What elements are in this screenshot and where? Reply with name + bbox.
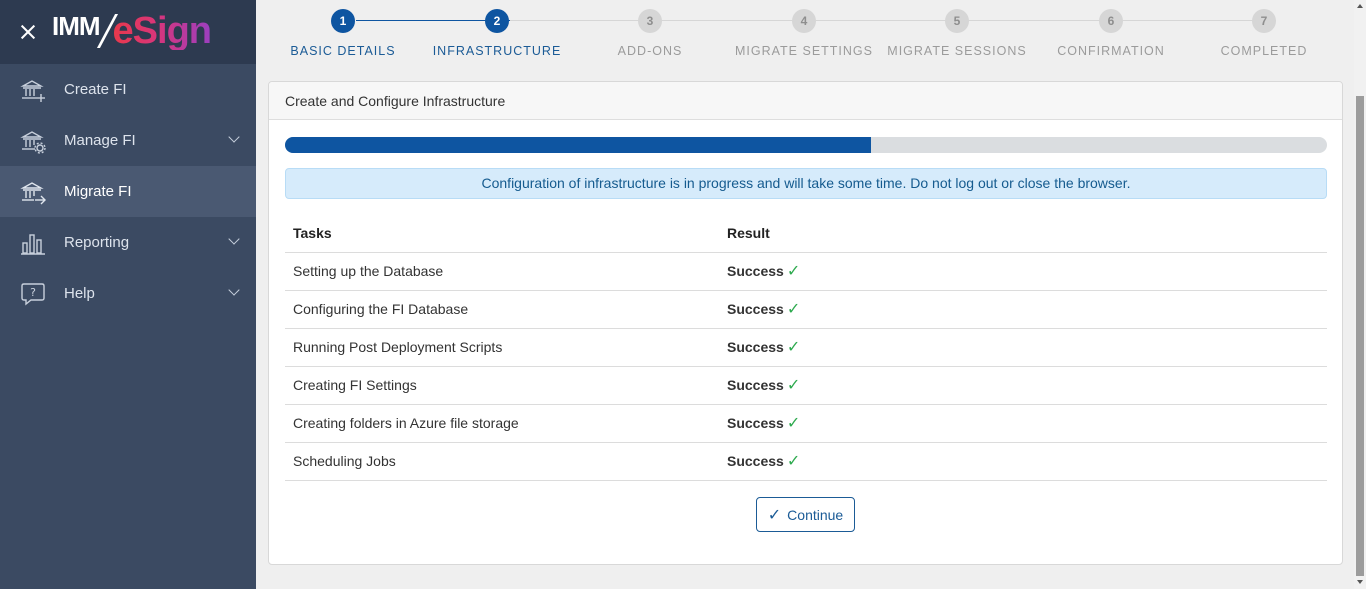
tasks-table: Tasks Result Setting up the Database Suc… [285,215,1327,481]
step-completed[interactable]: 7 COMPLETED [1189,9,1339,58]
progress-bar [285,137,1327,153]
result-text: Success [727,339,784,355]
check-icon: ✓ [767,506,782,524]
result-text: Success [727,415,784,431]
scroll-thumb[interactable] [1356,96,1364,576]
check-icon: ✓ [786,339,801,356]
logo-esign: eSign [112,10,212,52]
column-header-result: Result [719,215,1327,253]
sidebar-item-manage-fi[interactable]: Manage FI [0,115,256,166]
result-text: Success [727,301,784,317]
step-number: 5 [945,9,969,33]
check-icon: ✓ [786,377,801,394]
step-label: CONFIRMATION [1057,44,1165,58]
result-cell: Success ✓ [719,252,1327,291]
step-number: 7 [1252,9,1276,33]
sidebar-item-create-fi[interactable]: Create FI [0,64,256,115]
task-name: Creating FI Settings [285,366,719,405]
check-icon: ✓ [786,415,801,432]
chevron-down-icon [228,131,240,143]
result-cell: Success ✓ [719,290,1327,329]
step-connector [510,20,1276,21]
check-icon: ✓ [786,263,801,280]
sidebar-item-label: Help [64,285,95,302]
step-label: COMPLETED [1220,44,1308,58]
step-add-ons[interactable]: 3 ADD-ONS [575,9,725,58]
task-name: Scheduling Jobs [285,442,719,481]
step-number: 1 [331,9,355,33]
check-icon: ✓ [786,301,801,318]
logo: IMM eSign [52,10,212,52]
logo-imm: IMM [52,11,101,41]
result-text: Success [727,377,784,393]
result-cell: Success ✓ [719,404,1327,443]
step-basic-details[interactable]: 1 BASIC DETAILS [268,9,418,58]
sidebar-item-help[interactable]: ? Help [0,268,256,319]
sidebar-item-migrate-fi[interactable]: Migrate FI [0,166,256,217]
step-number: 2 [485,9,509,33]
table-row: Creating FI Settings Success ✓ [285,366,1327,405]
table-header-row: Tasks Result [285,215,1327,253]
card-title: Create and Configure Infrastructure [269,82,1342,120]
main-content: 1 BASIC DETAILS 2 INFRASTRUCTURE 3 ADD-O… [256,0,1354,589]
chevron-down-icon [228,233,240,245]
step-label: MIGRATE SETTINGS [735,44,873,58]
step-infrastructure[interactable]: 2 INFRASTRUCTURE [422,9,572,58]
task-name: Setting up the Database [285,252,719,291]
table-row: Setting up the Database Success ✓ [285,252,1327,291]
page-scrollbar[interactable] [1354,0,1366,589]
step-number: 6 [1099,9,1123,33]
scroll-down-arrow-icon[interactable] [1357,580,1363,584]
bank-gear-icon [20,128,46,154]
step-number: 4 [792,9,816,33]
step-label: MIGRATE SESSIONS [887,44,1027,58]
check-icon: ✓ [786,453,801,470]
table-row: Scheduling Jobs Success ✓ [285,442,1327,481]
task-name: Configuring the FI Database [285,290,719,329]
info-banner: Configuration of infrastructure is in pr… [285,168,1327,199]
help-bubble-icon: ? [20,281,46,307]
sidebar-header: IMM eSign [0,0,256,64]
stepper: 1 BASIC DETAILS 2 INFRASTRUCTURE 3 ADD-O… [268,0,1342,70]
step-label: INFRASTRUCTURE [432,44,562,58]
table-row: Configuring the FI Database Success ✓ [285,290,1327,329]
step-number: 3 [638,9,662,33]
bank-arrow-icon [20,179,46,205]
step-confirmation[interactable]: 6 CONFIRMATION [1036,9,1186,58]
sidebar: IMM eSign Create FI Manage FI Migrate FI… [0,0,256,589]
result-cell: Success ✓ [719,366,1327,405]
step-label: ADD-ONS [617,44,683,58]
table-row: Running Post Deployment Scripts Success ✓ [285,328,1327,367]
result-text: Success [727,263,784,279]
bank-plus-icon [20,77,46,103]
continue-button[interactable]: ✓ Continue [756,497,855,532]
chevron-down-icon [228,284,240,296]
column-header-tasks: Tasks [285,215,719,253]
sidebar-item-label: Create FI [64,81,127,98]
infrastructure-card: Create and Configure Infrastructure Conf… [268,81,1343,565]
result-text: Success [727,453,784,469]
step-migrate-settings[interactable]: 4 MIGRATE SETTINGS [729,9,879,58]
svg-text:?: ? [30,286,36,299]
sidebar-item-label: Migrate FI [64,183,132,200]
result-cell: Success ✓ [719,328,1327,367]
progress-fill [285,137,871,153]
step-label: BASIC DETAILS [290,44,396,58]
result-cell: Success ✓ [719,442,1327,481]
table-row: Creating folders in Azure file storage S… [285,404,1327,443]
continue-label: Continue [787,506,844,523]
sidebar-item-label: Reporting [64,234,130,251]
step-migrate-sessions[interactable]: 5 MIGRATE SESSIONS [882,9,1032,58]
sidebar-item-reporting[interactable]: Reporting [0,217,256,268]
task-name: Running Post Deployment Scripts [285,328,719,367]
scroll-up-arrow-icon[interactable] [1357,4,1363,8]
bar-chart-icon [20,230,46,256]
sidebar-item-label: Manage FI [64,132,136,149]
close-icon[interactable] [18,22,38,42]
task-name: Creating folders in Azure file storage [285,404,719,443]
